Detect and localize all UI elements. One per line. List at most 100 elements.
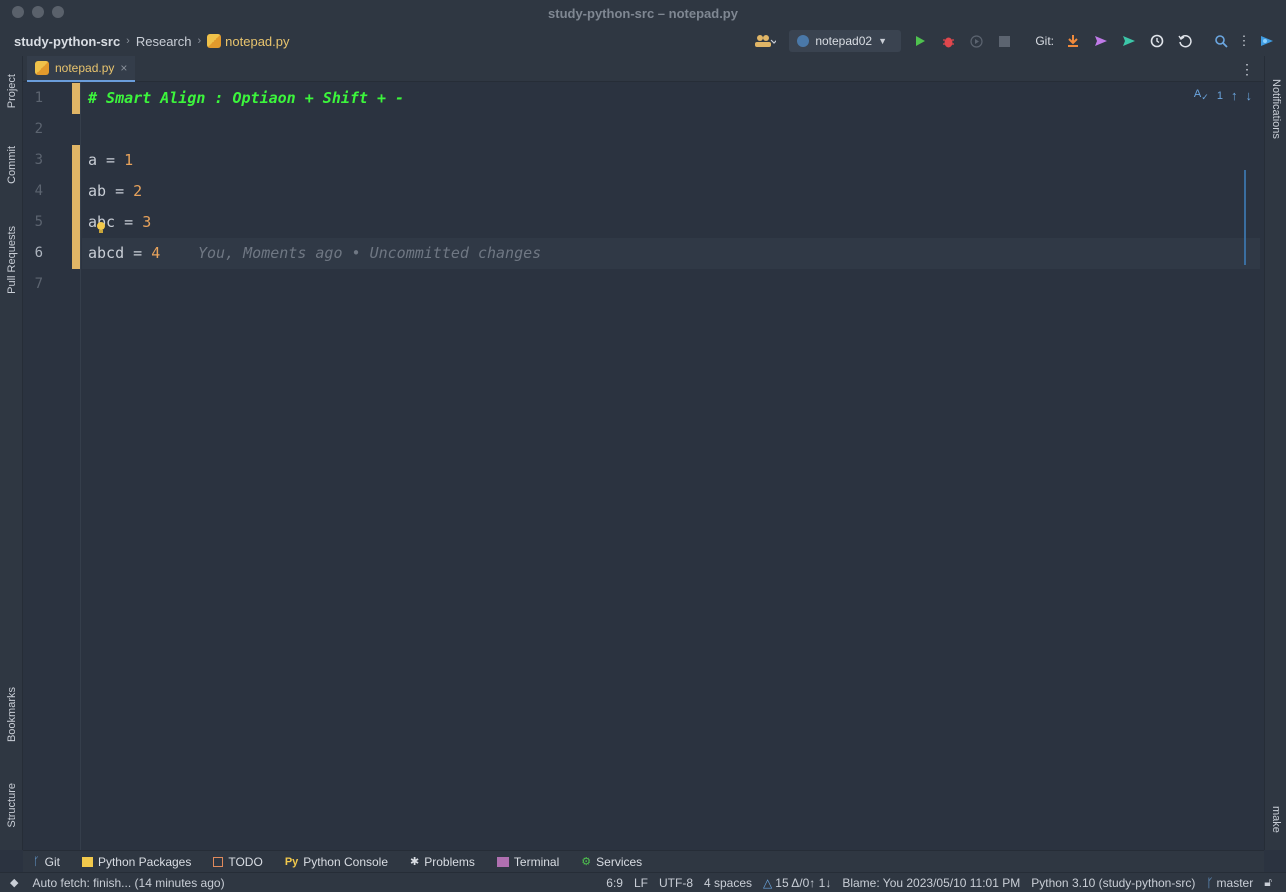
line-number: 4 bbox=[34, 183, 43, 199]
code-text: ab = 2 bbox=[88, 182, 143, 200]
tool-window-python-console-label: Python Console bbox=[303, 854, 389, 869]
git-commit-icon[interactable] bbox=[1120, 32, 1138, 50]
editor-tab-bar: notepad.py × ⋮ bbox=[23, 56, 1264, 82]
code-editor[interactable]: 1 # Smart Align : Optiaon + Shift + - 2 … bbox=[23, 82, 1264, 850]
chevron-right-icon: › bbox=[126, 35, 130, 47]
debug-icon[interactable] bbox=[939, 32, 957, 50]
indent-setting[interactable]: 4 spaces bbox=[704, 876, 752, 890]
line-ending[interactable]: LF bbox=[634, 876, 648, 890]
todo-icon bbox=[213, 856, 224, 867]
tab-notepad-py[interactable]: notepad.py × bbox=[27, 56, 136, 82]
tool-window-git[interactable]: ᚴ Git bbox=[33, 855, 60, 869]
tool-tab-bookmarks-label: Bookmarks bbox=[5, 687, 18, 743]
lock-icon[interactable]: 🔓︎ bbox=[1264, 875, 1272, 890]
maximize-window-button[interactable] bbox=[52, 6, 64, 18]
tool-window-bar: ᚴ Git Python Packages TODO Py Python Conso… bbox=[23, 850, 1264, 872]
tool-tab-structure[interactable]: Structure bbox=[0, 770, 23, 840]
breadcrumb-file[interactable]: notepad.py bbox=[207, 34, 290, 49]
breadcrumb: study-python-src › Research › notepad.py bbox=[14, 26, 290, 56]
search-icon[interactable] bbox=[1212, 32, 1230, 50]
more-icon[interactable]: ⋮ bbox=[1240, 61, 1254, 78]
git-push-icon[interactable] bbox=[1092, 32, 1110, 50]
scroll-change-indicator[interactable] bbox=[1244, 170, 1246, 265]
tool-tab-notifications[interactable]: Notifications bbox=[1265, 64, 1286, 154]
history-icon[interactable] bbox=[1148, 32, 1166, 50]
git-changes-label: 15 Δ/0↑ 1↓ bbox=[775, 875, 832, 890]
tool-window-services[interactable]: ⚙ Services bbox=[581, 855, 642, 869]
tool-tab-commit-label: Commit bbox=[5, 146, 18, 184]
inline-blame: You, Moments ago • Uncommitted changes bbox=[198, 244, 542, 262]
tool-window-git-label: Git bbox=[44, 854, 60, 869]
python-file-icon bbox=[35, 61, 49, 75]
tool-tab-pull-requests[interactable]: Pull Requests bbox=[0, 214, 23, 306]
tool-tab-make[interactable]: make bbox=[1265, 794, 1286, 844]
layers-icon[interactable]: ◆ bbox=[10, 876, 18, 889]
tool-window-terminal-label: Terminal bbox=[513, 854, 560, 869]
git-branch-label: master bbox=[1216, 875, 1254, 890]
close-window-button[interactable] bbox=[12, 6, 24, 18]
gear-icon: ⚙ bbox=[581, 856, 592, 868]
tool-window-problems-label: Problems bbox=[424, 854, 475, 869]
tool-window-python-packages-label: Python Packages bbox=[97, 854, 192, 869]
caret-position[interactable]: 6:9 bbox=[606, 876, 623, 890]
arrow-down-icon[interactable]: ↓ bbox=[1246, 88, 1253, 103]
tool-tab-make-label: make bbox=[1270, 805, 1282, 833]
tool-tab-commit[interactable]: Commit bbox=[0, 134, 23, 196]
run-configuration-label: notepad02 bbox=[815, 34, 873, 48]
run-icon[interactable] bbox=[911, 32, 929, 50]
python-icon bbox=[797, 35, 810, 47]
coverage-icon[interactable] bbox=[967, 32, 985, 50]
spellcheck-icon: A✓ bbox=[1193, 88, 1209, 103]
file-encoding[interactable]: UTF-8 bbox=[659, 876, 693, 890]
code-line: 6 bbox=[23, 238, 81, 269]
tool-tab-project-label: Project bbox=[5, 73, 18, 109]
line-number: 6 bbox=[34, 245, 43, 261]
code-text: a = 1 bbox=[88, 151, 134, 169]
tool-window-todo-label: TODO bbox=[228, 854, 263, 869]
tool-tab-structure-label: Structure bbox=[5, 782, 18, 828]
change-marker[interactable] bbox=[72, 83, 80, 114]
code-line: 2 bbox=[23, 114, 1264, 145]
inspection-widget[interactable]: A✓ 1 ↑ ↓ bbox=[1194, 88, 1252, 103]
breadcrumb-project[interactable]: study-python-src bbox=[14, 34, 120, 49]
window-title: study-python-src – notepad.py bbox=[548, 5, 738, 21]
jetbrains-ai-icon[interactable] bbox=[1258, 32, 1276, 50]
status-message[interactable]: Auto fetch: finish... (14 minutes ago) bbox=[32, 876, 224, 890]
tool-window-python-packages[interactable]: Python Packages bbox=[81, 854, 192, 869]
problems-icon: ✱ bbox=[410, 856, 420, 868]
code-line: 5 abc = 3 bbox=[23, 207, 1264, 238]
git-branch-icon: ᚴ bbox=[33, 855, 40, 868]
python-interpreter[interactable]: Python 3.10 (study-python-src) bbox=[1031, 876, 1195, 890]
tool-window-python-console[interactable]: Py Python Console bbox=[285, 855, 388, 869]
users-icon[interactable] bbox=[751, 32, 779, 50]
git-changes[interactable]: △ 15 Δ/0↑ 1↓ bbox=[763, 876, 831, 890]
rollback-icon[interactable] bbox=[1176, 32, 1194, 50]
inspection-count: 1 bbox=[1216, 89, 1223, 102]
line-number: 7 bbox=[34, 276, 43, 292]
stop-icon[interactable] bbox=[995, 32, 1013, 50]
code-line: 3 a = 1 bbox=[23, 145, 1264, 269]
breadcrumb-folder[interactable]: Research bbox=[136, 34, 192, 49]
run-configuration-selector[interactable]: notepad02 ▼ bbox=[789, 30, 902, 52]
blame-info[interactable]: Blame: You 2023/05/10 11:01 PM bbox=[842, 876, 1020, 890]
git-update-icon[interactable] bbox=[1064, 32, 1082, 50]
tool-window-terminal[interactable]: Terminal bbox=[496, 854, 560, 869]
chevron-down-icon: ▼ bbox=[878, 36, 887, 46]
tool-tab-project[interactable]: Project bbox=[0, 62, 23, 120]
tool-window-problems[interactable]: ✱ Problems bbox=[410, 855, 475, 869]
arrow-up-icon[interactable]: ↑ bbox=[1231, 88, 1238, 103]
navigation-bar: study-python-src › Research › notepad.py… bbox=[0, 26, 1286, 56]
close-icon[interactable]: × bbox=[120, 61, 127, 75]
python-file-icon bbox=[207, 34, 222, 48]
code-line: 4 ab = 2 bbox=[23, 176, 1264, 207]
tool-tab-bookmarks[interactable]: Bookmarks bbox=[0, 676, 23, 754]
code-line-current: abcd = 4 You, Moments ago • Uncommitted … bbox=[82, 238, 1260, 269]
status-left: ◆ Auto fetch: finish... (14 minutes ago) bbox=[10, 876, 225, 890]
tool-window-todo[interactable]: TODO bbox=[213, 854, 263, 869]
more-icon[interactable]: ⋮ bbox=[1238, 32, 1251, 50]
title-bar: study-python-src – notepad.py bbox=[0, 0, 1286, 26]
code-line: 1 # Smart Align : Optiaon + Shift + - bbox=[23, 83, 1264, 114]
minimize-window-button[interactable] bbox=[32, 6, 44, 18]
git-branch[interactable]: ᚴ master bbox=[1206, 876, 1253, 890]
tool-tab-pull-requests-label: Pull Requests bbox=[5, 226, 18, 294]
